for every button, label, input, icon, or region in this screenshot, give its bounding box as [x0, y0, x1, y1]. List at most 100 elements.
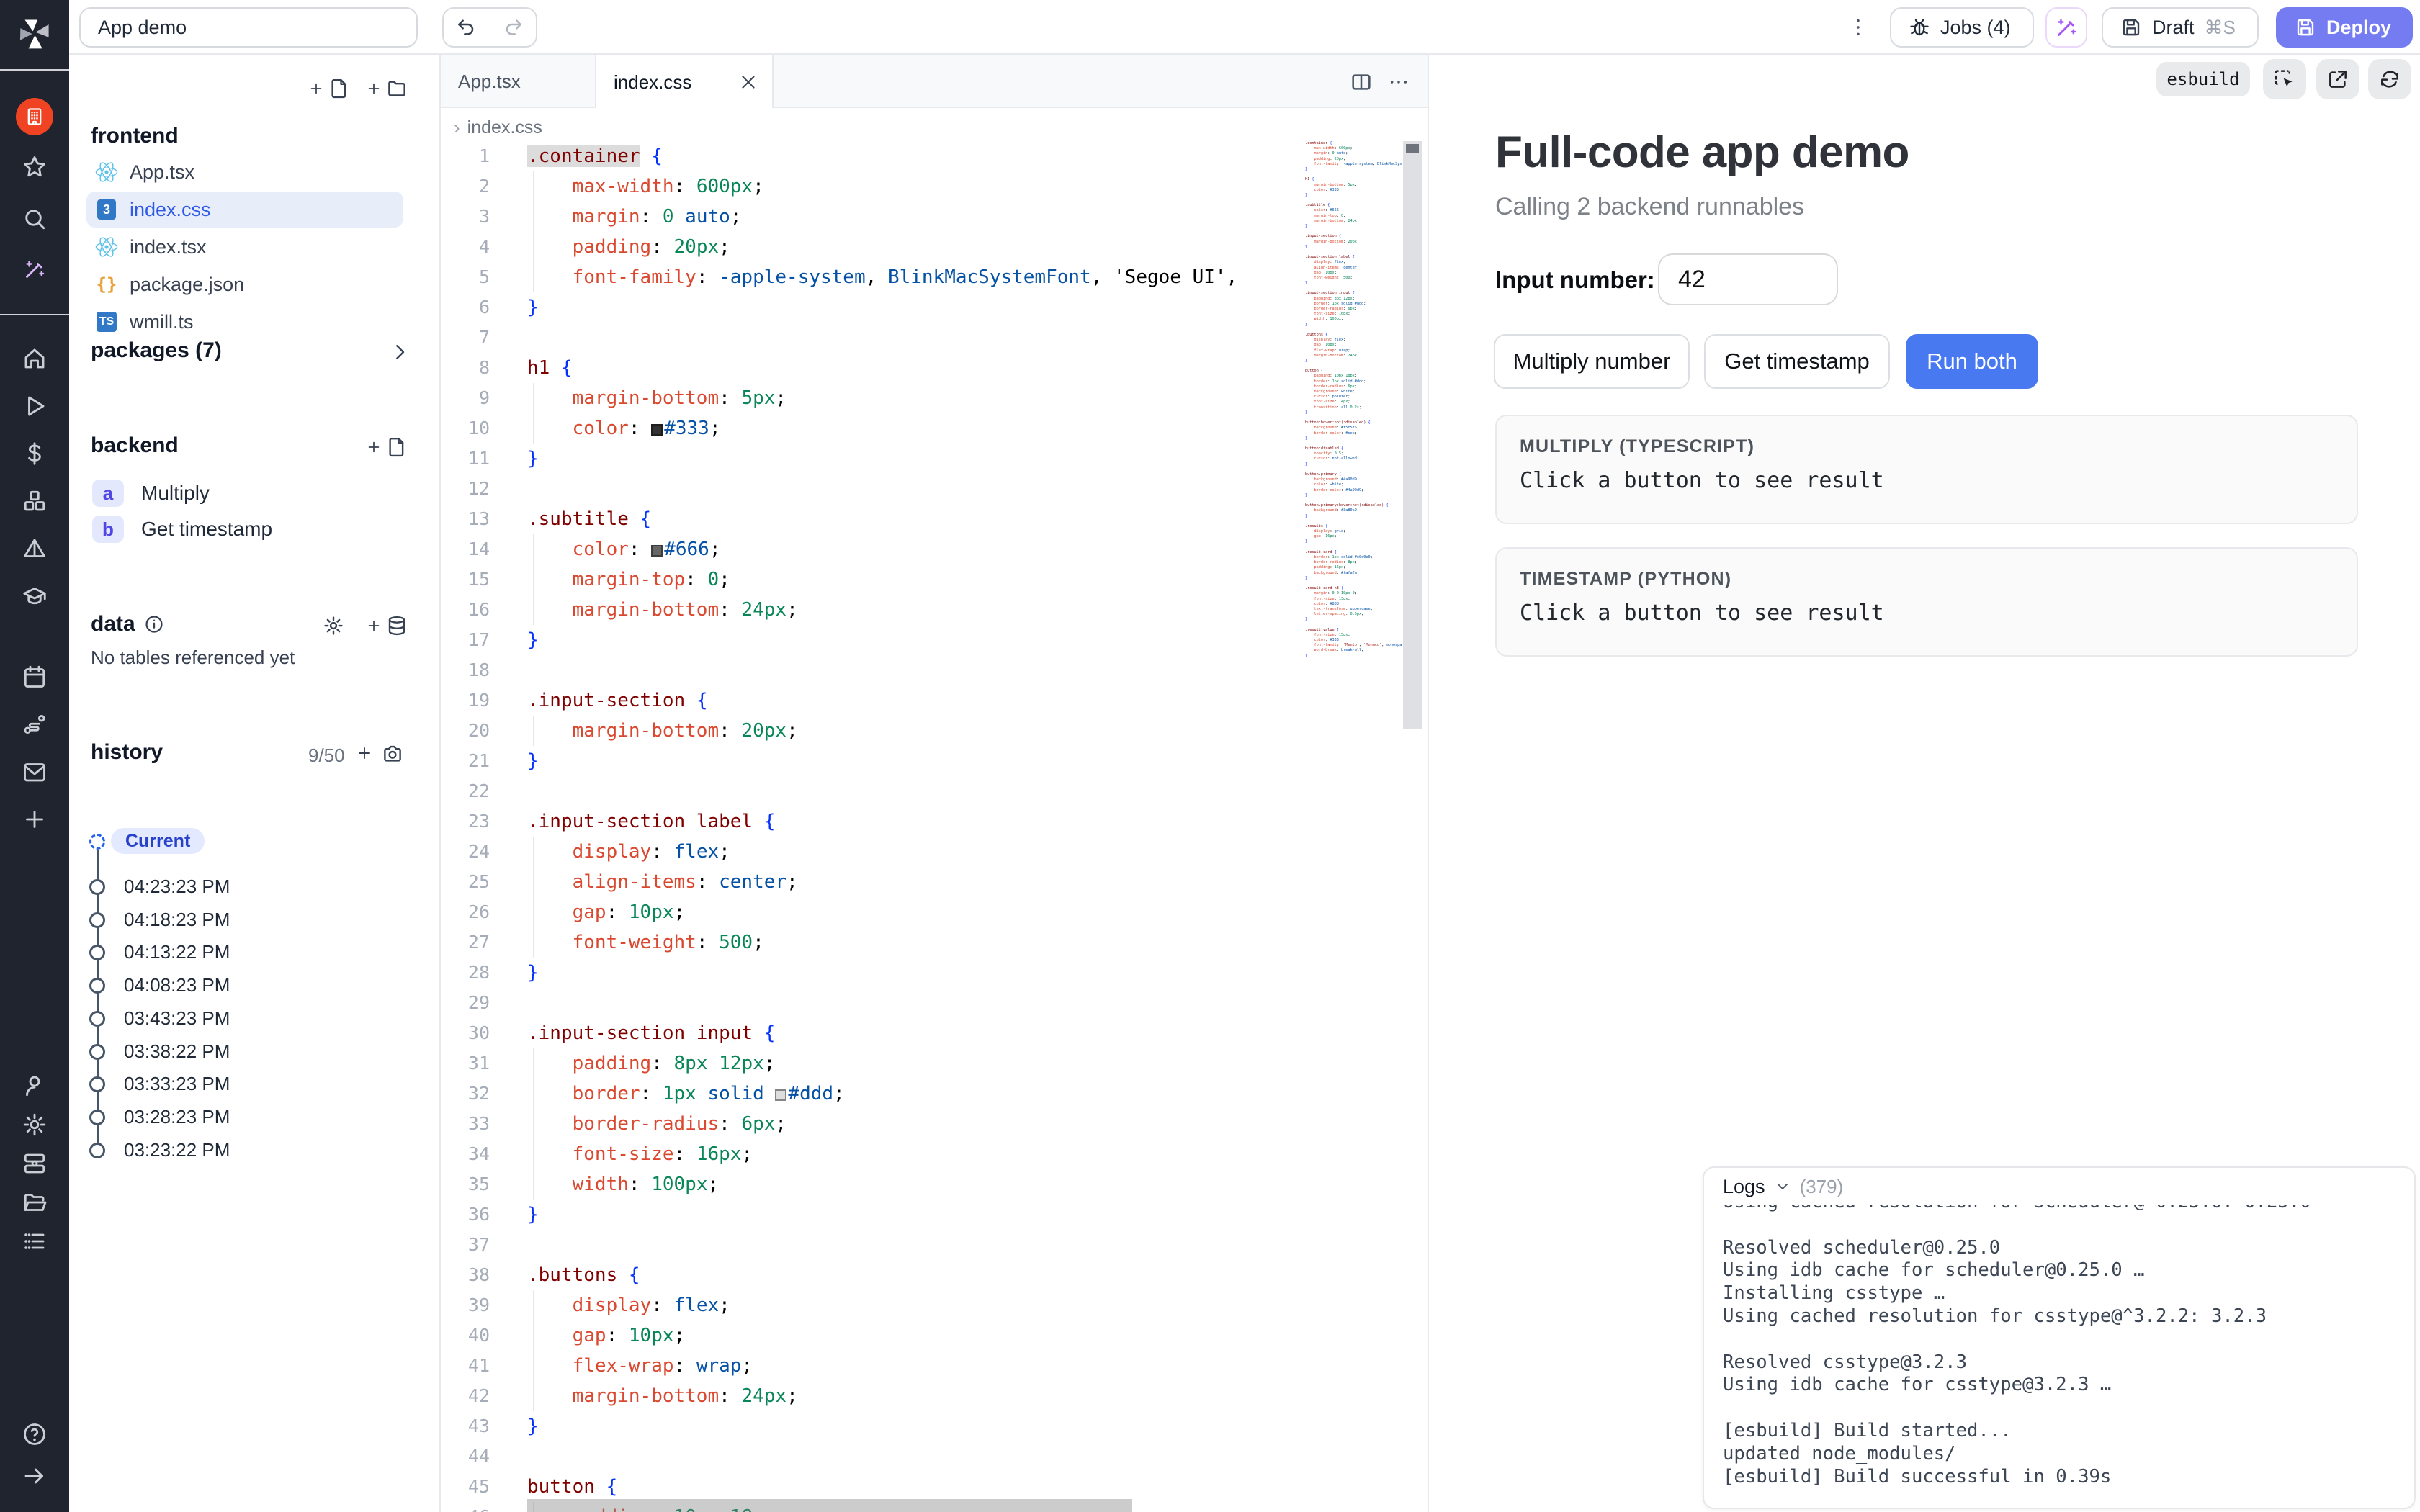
code-line: 40 gap: 10px; [441, 1320, 1428, 1351]
runs-icon[interactable] [0, 389, 69, 423]
apps-active-icon[interactable] [0, 99, 69, 134]
ai-wand-icon[interactable] [0, 252, 69, 287]
history-entry[interactable]: 03:28:23 PM [124, 1106, 230, 1128]
settings-icon[interactable] [0, 1107, 69, 1142]
more-menu-icon[interactable] [1847, 7, 1870, 48]
backend-item-get-timestamp[interactable]: bGet timestamp [86, 511, 403, 547]
logs-header[interactable]: Logs (379) [1704, 1168, 2414, 1205]
learn-icon[interactable] [0, 579, 69, 613]
minimap[interactable]: .container { max-width: 600px; margin: 0… [1305, 141, 1402, 746]
add-history-icon[interactable] [356, 744, 373, 762]
code-area[interactable]: 1.container {2 max-width: 600px;3 margin… [441, 141, 1428, 1512]
ai-wand-button[interactable] [2045, 7, 2087, 48]
search-icon[interactable] [0, 202, 69, 236]
history-dot[interactable] [89, 945, 105, 960]
run-both-button[interactable]: Run both [1906, 334, 2038, 389]
close-icon[interactable] [739, 73, 758, 91]
home-icon[interactable] [0, 341, 69, 376]
history-count: 9/50 [308, 744, 345, 767]
history-dot[interactable] [89, 1076, 105, 1092]
app-name-input[interactable]: App demo [79, 7, 418, 48]
code-line: 4 padding: 20px; [441, 232, 1428, 262]
history-entry[interactable]: 03:38:22 PM [124, 1040, 230, 1063]
draft-label: Draft [2152, 17, 2195, 39]
refresh-button[interactable] [2368, 59, 2411, 99]
history-entry[interactable]: 03:33:23 PM [124, 1073, 230, 1095]
editor-more-icon[interactable] [1387, 71, 1410, 94]
history-entry[interactable]: 04:23:23 PM [124, 876, 230, 898]
history-entry[interactable]: 04:08:23 PM [124, 974, 230, 996]
alerts-icon[interactable] [0, 755, 69, 789]
packages-section[interactable]: packages (7) [91, 338, 222, 363]
tab-index-css[interactable]: index.css [596, 55, 774, 109]
flows-icon[interactable] [0, 707, 69, 742]
history-dot[interactable] [89, 1110, 105, 1125]
code-line: 6} [441, 292, 1428, 323]
file-name: wmill.ts [130, 311, 194, 333]
number-input[interactable]: 42 [1658, 253, 1838, 305]
info-icon[interactable] [144, 614, 164, 634]
jobs-button[interactable]: Jobs (4) [1890, 7, 2034, 48]
file-item-index-css[interactable]: 3index.css [86, 192, 403, 228]
account-icon[interactable] [0, 1068, 69, 1103]
history-dot[interactable] [89, 912, 105, 928]
workers-icon[interactable] [0, 1146, 69, 1181]
add-table-icon[interactable] [366, 615, 408, 636]
resources-icon[interactable] [0, 484, 69, 518]
favorites-icon[interactable] [0, 150, 69, 184]
triggers-icon[interactable] [0, 531, 69, 566]
history-dot[interactable] [89, 978, 105, 994]
variables-icon[interactable] [0, 436, 69, 471]
split-editor-icon[interactable] [1350, 71, 1373, 94]
undo-icon[interactable] [455, 16, 478, 39]
editor-tab-bar: App.tsx index.css [441, 55, 1428, 108]
add-backend-file-icon[interactable] [366, 436, 408, 458]
history-entry[interactable]: 04:13:22 PM [124, 941, 230, 963]
redo-icon[interactable] [501, 16, 524, 39]
snapshot-camera-icon[interactable] [382, 743, 403, 765]
logs-body[interactable]: Using cached resolution for scheduler@^0… [1723, 1191, 2408, 1502]
data-settings-gear-icon[interactable] [323, 615, 344, 636]
schedules-icon[interactable] [0, 660, 69, 694]
multiply-number-button[interactable]: Multiply number [1494, 334, 1690, 389]
code-line: 7 [441, 323, 1428, 353]
history-entry[interactable]: 03:43:23 PM [124, 1007, 230, 1030]
file-item-wmill-ts[interactable]: TSwmill.ts [86, 304, 403, 340]
backend-item-multiply[interactable]: aMultiply [86, 475, 403, 511]
editor-vertical-scrollbar[interactable] [1403, 141, 1422, 729]
result-card-body: Click a button to see result [1520, 468, 1884, 493]
folders-icon[interactable] [0, 1185, 69, 1220]
audit-logs-icon[interactable] [0, 1224, 69, 1259]
deploy-label: Deploy [2326, 17, 2391, 39]
open-external-button[interactable] [2316, 59, 2360, 99]
help-icon[interactable] [0, 1417, 69, 1452]
add-icon[interactable] [0, 802, 69, 837]
code-line: 39 display: flex; [441, 1290, 1428, 1320]
code-line: 17} [441, 625, 1428, 655]
history-entry[interactable]: 03:23:22 PM [124, 1139, 230, 1161]
undo-redo-group [442, 7, 537, 48]
get-timestamp-button[interactable]: Get timestamp [1704, 334, 1890, 389]
history-dot[interactable] [89, 1143, 105, 1158]
add-folder-icon[interactable] [366, 78, 408, 99]
history-dot[interactable] [89, 1011, 105, 1027]
file-item-package-json[interactable]: {}package.json [86, 266, 403, 302]
add-file-icon[interactable] [308, 78, 350, 99]
collapse-icon[interactable] [0, 1459, 69, 1493]
select-element-button[interactable] [2263, 59, 2306, 99]
history-dot[interactable] [89, 1044, 105, 1060]
history-current-dot[interactable] [89, 834, 105, 850]
draft-button[interactable]: Draft ⌘S [2102, 7, 2259, 48]
file-item-index-tsx[interactable]: index.tsx [86, 229, 403, 265]
editor-horizontal-scrollbar[interactable] [527, 1499, 1132, 1512]
history-entry[interactable]: 04:18:23 PM [124, 909, 230, 931]
deploy-button[interactable]: Deploy [2276, 7, 2413, 48]
code-line: 25 align-items: center; [441, 867, 1428, 897]
history-dot[interactable] [89, 879, 105, 895]
chevron-right-icon[interactable] [389, 341, 411, 363]
windmill-logo-icon[interactable] [0, 17, 69, 52]
history-current-badge[interactable]: Current [111, 828, 205, 854]
top-bar: App demo Jobs (4) Draft ⌘S Deploy [69, 0, 2420, 55]
file-item-App-tsx[interactable]: App.tsx [86, 154, 403, 190]
tab-app-tsx[interactable]: App.tsx [441, 55, 596, 108]
